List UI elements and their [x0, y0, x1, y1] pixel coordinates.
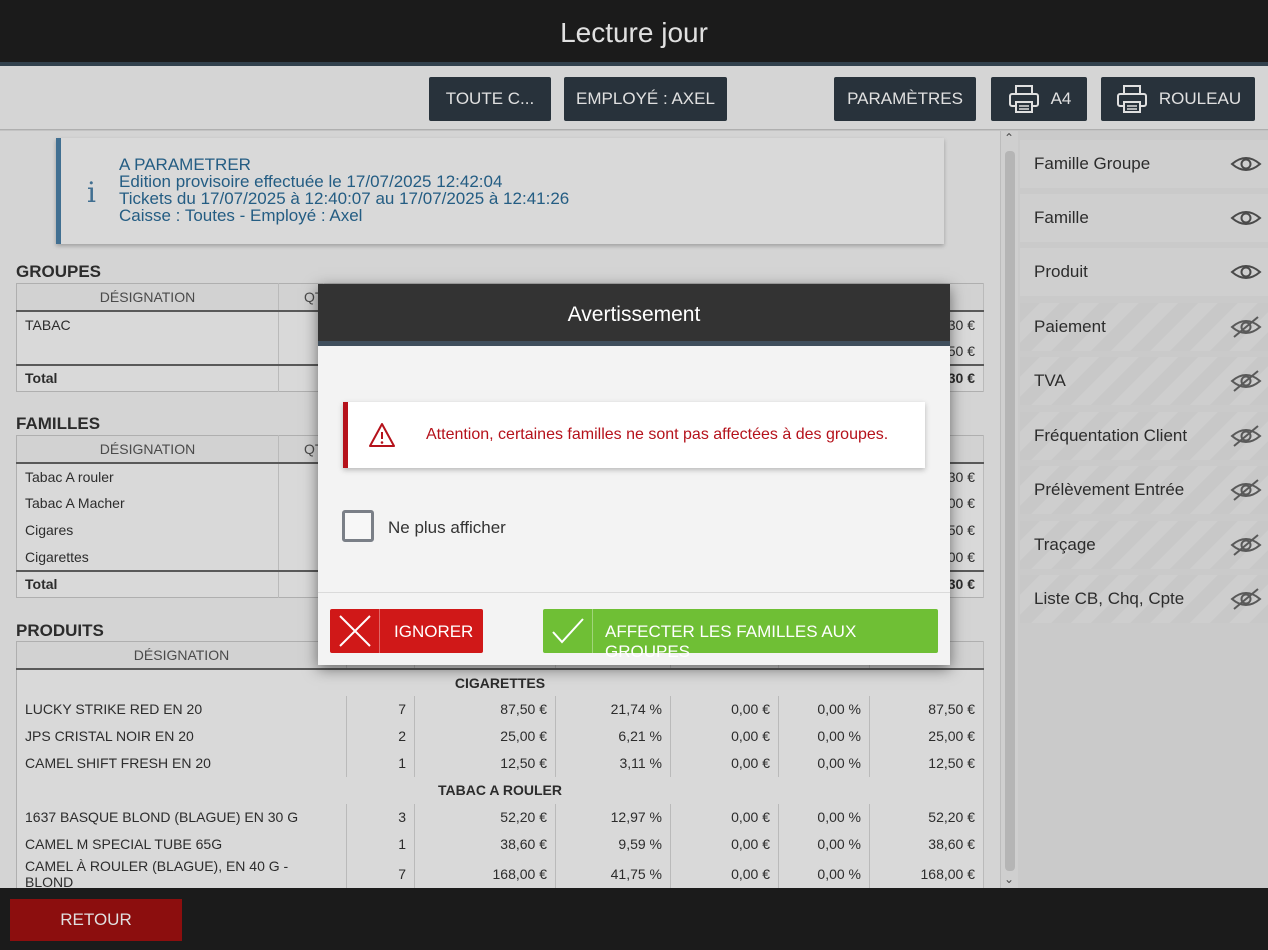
assign-families-button-label: AFFECTER LES FAMILLES AUX GROUPES	[605, 622, 857, 661]
warning-text: Attention, certaines familles ne sont pa…	[426, 426, 889, 443]
dialog-header: Avertissement	[318, 284, 950, 346]
assign-families-button[interactable]: AFFECTER LES FAMILLES AUX GROUPES	[543, 609, 938, 661]
close-icon	[339, 615, 371, 647]
dont-show-again-label[interactable]: Ne plus afficher	[388, 518, 506, 538]
warning-icon	[369, 423, 395, 447]
dont-show-again-checkbox[interactable]	[342, 510, 374, 542]
warning-message-box: Attention, certaines familles ne sont pa…	[343, 402, 925, 468]
check-icon	[552, 618, 584, 644]
ignore-button-label: IGNORER	[394, 622, 474, 641]
dialog-divider	[318, 592, 950, 593]
ignore-button[interactable]: IGNORER	[330, 609, 483, 653]
dialog-title: Avertissement	[567, 303, 701, 326]
warning-dialog: Avertissement Attention, certaines famil…	[318, 284, 950, 665]
